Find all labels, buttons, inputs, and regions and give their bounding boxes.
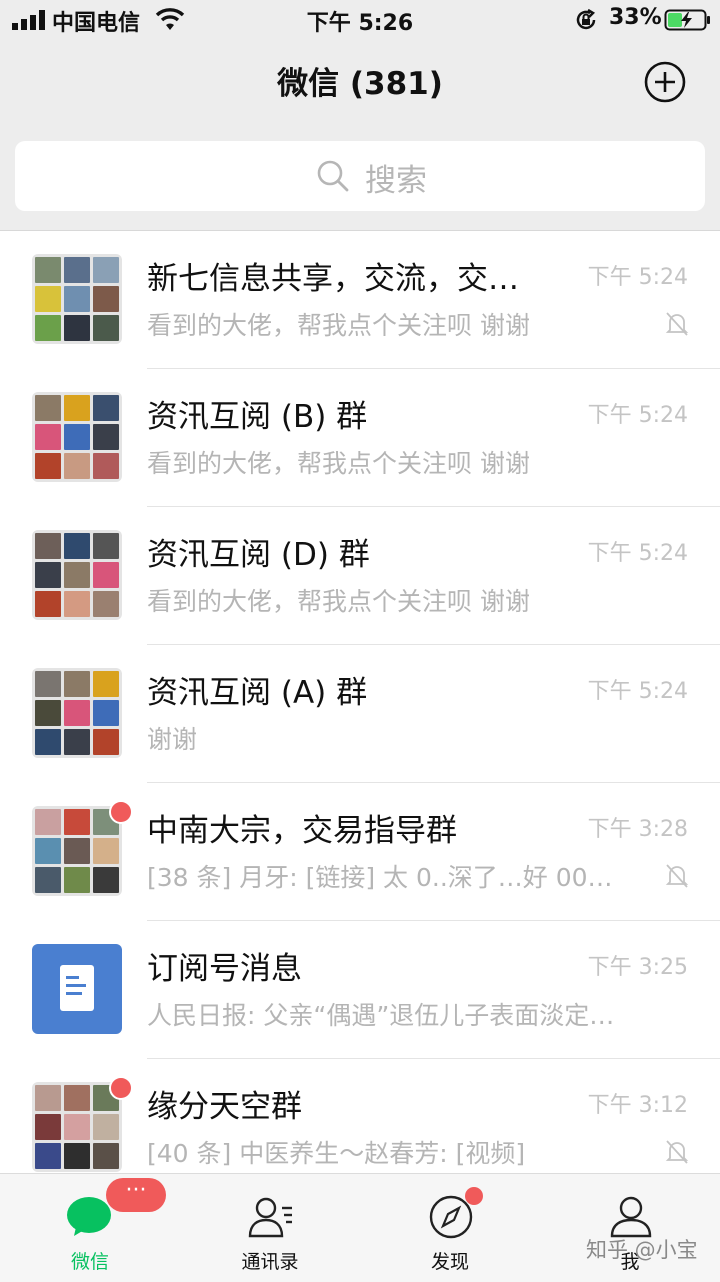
chat-preview: 看到的大佬，帮我点个关注呗 谢谢 (147, 311, 530, 340)
group-avatar (32, 254, 122, 344)
chat-time: 下午 5:24 (587, 403, 688, 428)
chat-time: 下午 3:12 (587, 1093, 688, 1118)
subscription-document-icon (60, 965, 94, 1011)
orientation-lock-icon (576, 8, 596, 30)
mute-bell-icon (665, 312, 689, 336)
tab-label: 微信 (70, 1251, 109, 1273)
search-placeholder: 搜索 (365, 163, 427, 199)
battery-charging-icon (664, 9, 710, 31)
page-title: 微信 (381) (277, 66, 443, 102)
unread-badge: ··· (106, 1178, 166, 1212)
tab-me[interactable]: 我 (540, 1174, 720, 1282)
chat-item[interactable]: 新七信息共享，交流，交… 看到的大佬，帮我点个关注呗 谢谢 下午 5:24 (0, 231, 720, 369)
group-avatar (32, 530, 122, 620)
tab-label: 通讯录 (241, 1251, 299, 1273)
chat-name: 新七信息共享，交流，交… (147, 261, 519, 297)
tab-chats[interactable]: ··· 微信 (0, 1174, 180, 1282)
battery-percent: 33% (609, 5, 662, 30)
chat-item[interactable]: 中南大宗，交易指导群 [38 条] 月牙: [链接] 太 0..深了…好 00…… (0, 783, 720, 921)
unread-dot (109, 800, 133, 824)
subscription-avatar (32, 944, 122, 1034)
contacts-icon (248, 1197, 292, 1238)
chat-name: 中南大宗，交易指导群 (147, 813, 457, 849)
chat-item[interactable]: 资汛互阅 (A) 群 谢谢 下午 5:24 (0, 645, 720, 783)
mute-bell-icon (665, 864, 689, 888)
chat-preview: 谢谢 (147, 725, 198, 754)
new-content-dot (465, 1187, 483, 1205)
chat-name: 订阅号消息 (147, 951, 302, 987)
search-bar[interactable]: 搜索 (15, 141, 705, 211)
tab-label: 发现 (430, 1251, 469, 1273)
chat-name: 资汛互阅 (B) 群 (147, 399, 368, 435)
chat-item[interactable]: 订阅号消息 人民日报: 父亲“偶遇”退伍儿子表面淡定… 下午 3:25 (0, 921, 720, 1059)
chat-time: 下午 3:25 (587, 955, 688, 980)
tab-discover[interactable]: 发现 (360, 1174, 540, 1282)
tab-contacts[interactable]: 通讯录 (180, 1174, 360, 1282)
chat-name: 资汛互阅 (D) 群 (147, 537, 370, 573)
tab-bar: ··· 微信 通讯录 发现 我 (0, 1173, 720, 1282)
mute-bell-icon (665, 1140, 689, 1164)
status-bar: 中国电信 下午 5:26 33% (0, 0, 720, 40)
chat-preview: [40 条] 中医养生～赵春芳: [视频] (147, 1139, 526, 1168)
unread-dot (109, 1076, 133, 1100)
chat-name: 缘分天空群 (147, 1089, 302, 1125)
chat-item[interactable]: 资汛互阅 (D) 群 看到的大佬，帮我点个关注呗 谢谢 下午 5:24 (0, 507, 720, 645)
chat-item[interactable]: 资汛互阅 (B) 群 看到的大佬，帮我点个关注呗 谢谢 下午 5:24 (0, 369, 720, 507)
plus-circle-icon[interactable] (643, 60, 687, 104)
group-avatar (32, 668, 122, 758)
chat-time: 下午 3:28 (587, 817, 688, 842)
group-avatar (32, 1082, 122, 1172)
group-avatar (32, 392, 122, 482)
group-avatar (32, 806, 122, 896)
chat-name: 资汛互阅 (A) 群 (147, 675, 368, 711)
search-icon (317, 160, 349, 192)
watermark: 知乎 @小宝 (586, 1238, 698, 1262)
chat-preview: 看到的大佬，帮我点个关注呗 谢谢 (147, 587, 530, 616)
chat-preview: 人民日报: 父亲“偶遇”退伍儿子表面淡定… (147, 1001, 615, 1030)
chat-time: 下午 5:24 (587, 679, 688, 704)
chat-bubble-icon (67, 1197, 111, 1236)
chat-preview: 看到的大佬，帮我点个关注呗 谢谢 (147, 449, 530, 478)
chat-item[interactable]: 缘分天空群 [40 条] 中医养生～赵春芳: [视频] 下午 3:12 (0, 1059, 720, 1174)
chat-time: 下午 5:24 (587, 541, 688, 566)
chat-preview: [38 条] 月牙: [链接] 太 0..深了…好 00… (147, 863, 613, 892)
chat-list: 新七信息共享，交流，交… 看到的大佬，帮我点个关注呗 谢谢 下午 5:24 资汛… (0, 230, 720, 1174)
chat-time: 下午 5:24 (587, 265, 688, 290)
